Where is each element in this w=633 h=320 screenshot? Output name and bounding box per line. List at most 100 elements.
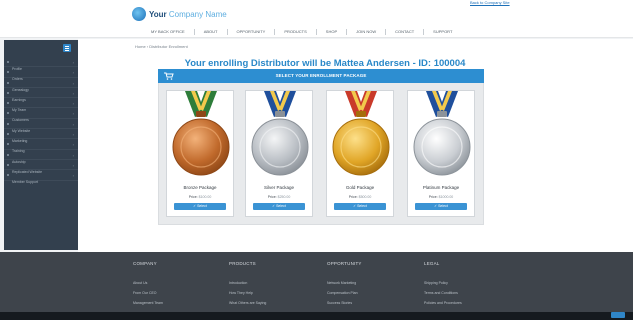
bullet-icon — [7, 91, 9, 94]
chevron-right-icon: › — [72, 111, 74, 117]
bullet-icon — [7, 143, 9, 146]
price-label: Price: — [188, 195, 198, 199]
package-price: Price: $500.00 — [327, 195, 393, 199]
package-price: Price: $100.00 — [167, 195, 233, 199]
footer-link[interactable]: How They Help — [229, 288, 266, 298]
footer-link[interactable]: Terms and Conditions — [424, 288, 462, 298]
sidebar-item[interactable]: Training › — [4, 139, 78, 153]
footer-column: LEGAL Shipping Policy Terms and Conditions… — [424, 261, 462, 308]
nav-item-5[interactable]: JOIN NOW — [347, 29, 387, 35]
chevron-right-icon: › — [72, 142, 74, 148]
bullet-icon — [7, 61, 9, 63]
footer-column: COMPANY About Us From Our CEO Management Te… — [133, 261, 163, 308]
footer-link[interactable]: Policies and Procedures — [424, 298, 462, 308]
select-package-button[interactable]: ✓ Select — [253, 203, 305, 210]
footer-link[interactable]: Success Stories — [327, 298, 362, 308]
select-package-button[interactable]: ✓ Select — [334, 203, 386, 210]
globe-icon — [132, 7, 146, 21]
chevron-right-icon: › — [72, 60, 74, 65]
hamburger-icon[interactable] — [63, 44, 71, 52]
footer-link[interactable]: Shipping Policy — [424, 278, 462, 288]
footer-link[interactable]: Introduction — [229, 278, 266, 288]
price-amount: $100.00 — [198, 195, 212, 199]
main-nav: MY BACK OFFICE ABOUT OPPORTUNITY PRODUCTS SH… — [0, 27, 633, 38]
select-button-label: Select — [357, 204, 367, 208]
price-amount: $250.00 — [277, 195, 291, 199]
sidebar-item[interactable]: Autoship › — [4, 150, 78, 164]
footer-link[interactable]: About Us — [133, 278, 163, 288]
sidebar-item[interactable]: My Website › — [4, 119, 78, 133]
shopping-cart-icon — [164, 72, 174, 80]
footer-heading: LEGAL — [424, 261, 440, 266]
package-name: Silver Package — [263, 185, 294, 190]
price-amount: $500.00 — [358, 195, 372, 199]
company-site-link[interactable]: Back to Company Site — [470, 0, 510, 5]
bullet-icon — [7, 71, 9, 74]
chevron-right-icon: › — [72, 121, 74, 127]
package-price: Price: $1000.00 — [408, 195, 474, 199]
footer-link[interactable]: What Others are Saying — [229, 298, 266, 308]
nav-item-7[interactable]: SUPPORT — [424, 29, 461, 35]
nav-item-1[interactable]: ABOUT — [195, 29, 228, 35]
footer-link[interactable]: Management Team — [133, 298, 163, 308]
footer-column: OPPORTUNITY Network Marketing Compensation… — [327, 261, 362, 308]
chevron-right-icon: › — [72, 162, 74, 168]
bullet-icon — [7, 102, 9, 105]
sidebar-item[interactable]: Member Support › — [4, 170, 78, 184]
package-name: Platinum Package — [422, 185, 460, 190]
sidebar-item[interactable]: Marketing › — [4, 129, 78, 143]
nav-item-2[interactable]: OPPORTUNITY — [228, 29, 276, 35]
sidebar-item[interactable]: My Team › — [4, 98, 78, 112]
bullet-icon — [7, 163, 9, 166]
chevron-right-icon: › — [72, 90, 74, 96]
package-name: Gold Package — [345, 185, 375, 190]
sidebar-item[interactable]: Customers › — [4, 108, 78, 122]
sidebar-item[interactable]: Orders › — [4, 67, 78, 81]
panel-title: SELECT YOUR ENROLLMENT PACKAGE — [275, 73, 367, 78]
company-logo[interactable]: Your Company Name — [132, 7, 227, 21]
chevron-right-icon: › — [72, 101, 74, 107]
select-button-label: Select — [197, 204, 207, 208]
bottom-bar — [0, 312, 633, 320]
price-label: Price: — [348, 195, 358, 199]
package-card: Bronze Package Price: $100.00 ✓ Select — [166, 90, 234, 217]
sidebar-menu: Profile › Orders › Genealogy › Earnings › My Tea… — [4, 57, 78, 184]
select-button-label: Select — [276, 204, 286, 208]
price-label: Price: — [267, 195, 277, 199]
chevron-right-icon: › — [72, 152, 74, 158]
nav-item-3[interactable]: PRODUCTS — [275, 29, 317, 35]
logo-text-light: Company Name — [168, 9, 227, 19]
bullet-icon — [7, 81, 9, 84]
sidebar-item[interactable]: Earnings › — [4, 88, 78, 102]
footer — [0, 252, 633, 312]
package-name: Bronze Package — [183, 185, 217, 190]
platinum-medal-icon — [413, 91, 471, 176]
footer-link[interactable]: From Our CEO — [133, 288, 163, 298]
silver-medal-icon — [251, 91, 309, 176]
footer-link[interactable]: Compensation Plan — [327, 288, 362, 298]
gold-medal-icon — [332, 91, 390, 176]
bullet-icon — [7, 112, 9, 115]
bullet-icon — [7, 133, 9, 136]
nav-item-4[interactable]: SHOP — [317, 29, 348, 35]
sidebar-item[interactable]: Replicated Website › — [4, 160, 78, 174]
footer-column: PRODUCTS Introduction How They Help What Ot… — [229, 261, 266, 308]
page-title: Your enrolling Distributor will be Matte… — [184, 58, 466, 69]
select-package-button[interactable]: ✓ Select — [174, 203, 226, 210]
nav-item-0[interactable]: MY BACK OFFICE — [142, 29, 195, 35]
price-amount: $1000.00 — [438, 195, 454, 199]
package-card: Platinum Package Price: $1000.00 ✓ Select — [407, 90, 475, 217]
sidebar-item[interactable]: Profile › — [4, 57, 78, 71]
chat-button[interactable] — [611, 312, 625, 318]
sidebar-item-label: Member Support — [12, 180, 39, 185]
logo-text-bold: Your — [149, 9, 167, 19]
nav-item-6[interactable]: CONTACT — [386, 29, 425, 35]
price-label: Price: — [428, 195, 438, 199]
select-package-button[interactable]: ✓ Select — [415, 203, 467, 210]
chevron-right-icon: › — [72, 70, 74, 76]
chevron-right-icon: › — [72, 173, 74, 179]
sidebar-item[interactable]: Genealogy › — [4, 78, 78, 92]
bronze-medal-icon — [172, 91, 230, 176]
footer-link[interactable]: Network Marketing — [327, 278, 362, 288]
package-price: Price: $250.00 — [246, 195, 312, 199]
